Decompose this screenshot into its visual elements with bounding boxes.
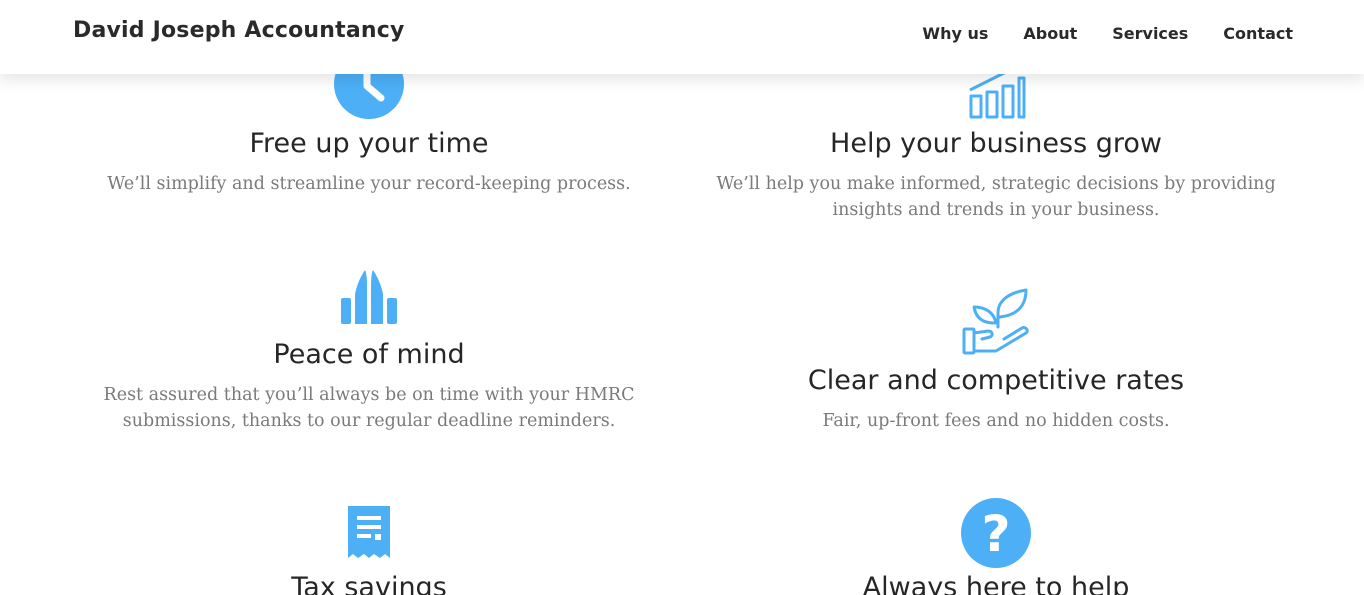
feature-title: Always here to help — [862, 572, 1130, 595]
site-header: David Joseph Accountancy Why us About Se… — [0, 0, 1364, 74]
receipt-icon — [69, 504, 669, 560]
feature-title: Peace of mind — [273, 339, 465, 370]
svg-text:?: ? — [981, 505, 1010, 563]
site-logo-text[interactable]: David Joseph Accountancy — [73, 18, 405, 43]
feature-title: Help your business grow — [830, 128, 1162, 159]
seedling-in-hand-icon — [696, 287, 1296, 357]
feature-description: Rest assured that you’ll always be on ti… — [103, 385, 635, 431]
feature-description: Fair, up-front fees and no hidden costs. — [822, 411, 1170, 431]
nav-link-why-us[interactable]: Why us — [922, 24, 988, 43]
feature-title: Free up your time — [249, 128, 489, 159]
feature-title: Clear and competitive rates — [807, 365, 1185, 396]
nav-link-services[interactable]: Services — [1112, 24, 1188, 43]
feature-description: We’ll help you make informed, strategic … — [716, 174, 1276, 220]
feature-title: Tax savings — [291, 572, 447, 595]
nav-link-contact[interactable]: Contact — [1223, 24, 1293, 43]
nav-link-about[interactable]: About — [1023, 24, 1077, 43]
main-nav: Why us About Services Contact — [922, 24, 1293, 43]
question-circle-icon: ? — [696, 497, 1296, 569]
praying-hands-icon — [69, 268, 669, 326]
feature-description: We’ll simplify and streamline your recor… — [107, 174, 631, 194]
